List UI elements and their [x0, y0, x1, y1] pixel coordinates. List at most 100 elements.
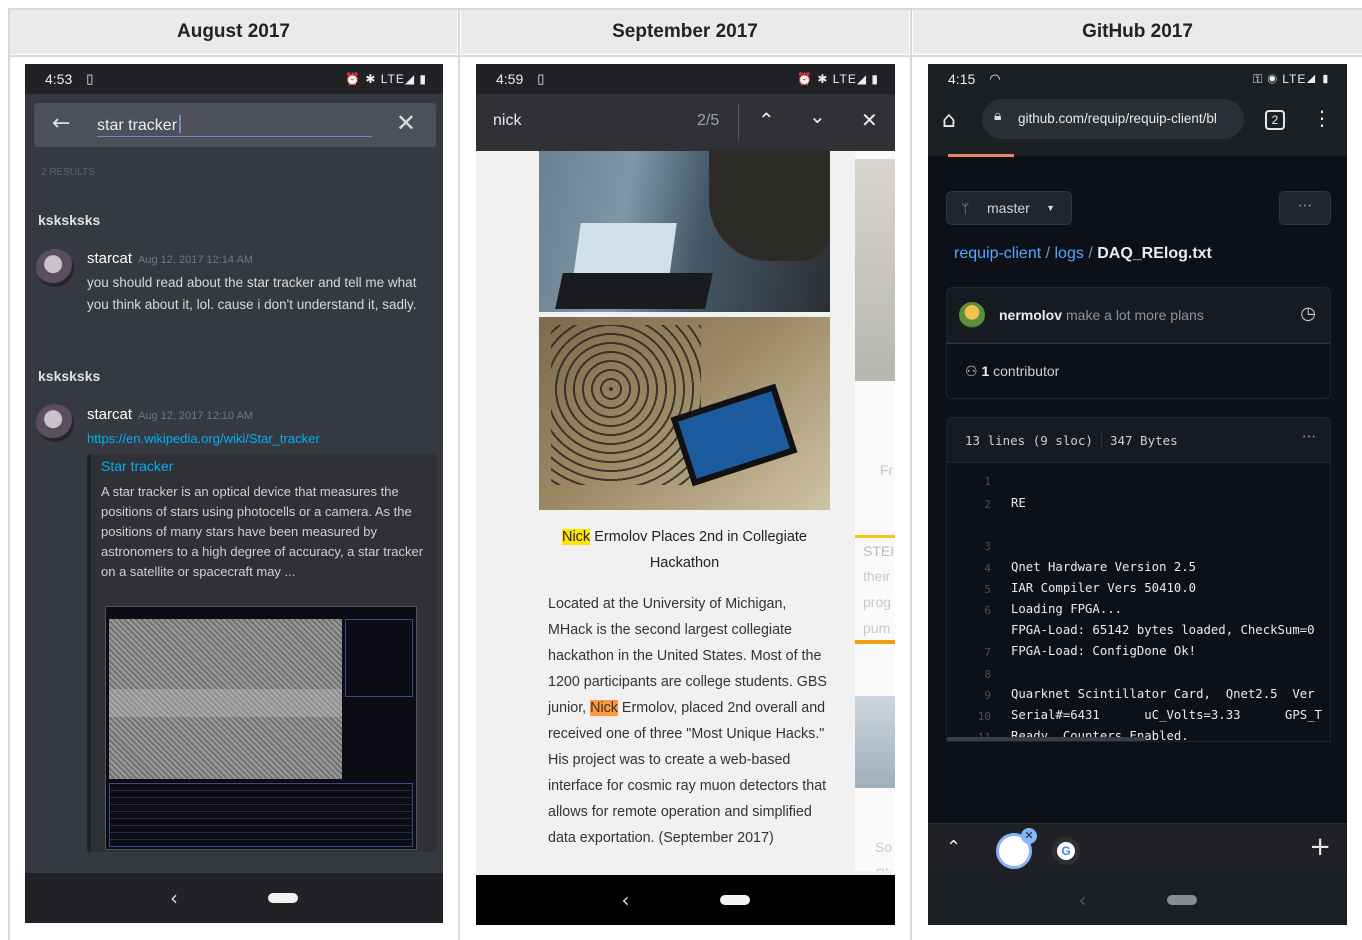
android-nav-bar: ‹	[476, 875, 895, 925]
file-size: 347 Bytes	[1109, 433, 1178, 448]
side-text: Fr	[880, 462, 894, 478]
close-tab-icon[interactable]: ✕	[1021, 828, 1037, 844]
code-line: FPGA-Load: 65142 bytes loaded, CheckSum=…	[1011, 623, 1315, 637]
contributors-label: contributor	[993, 363, 1060, 379]
side-text: prog	[863, 594, 892, 610]
nav-back-icon[interactable]: ‹	[170, 886, 178, 910]
code-view[interactable]: 1 2 RE 3 4 Qnet Hardware Version 2.5 5 I…	[946, 463, 1331, 742]
find-highlight: Nick	[561, 529, 591, 545]
google-icon: G	[1057, 842, 1075, 860]
status-bar: 4:15 ◠ ⚿ ◉ LTE◢ ▮	[928, 64, 1347, 94]
side-accent	[855, 535, 895, 538]
status-bar: 4:59 ▯ ⏰ ✱ LTE◢ ▮	[476, 64, 895, 94]
avatar[interactable]	[36, 404, 74, 442]
line-number[interactable]: 6	[947, 604, 991, 617]
contributors-count: 1	[981, 363, 990, 379]
line-number[interactable]: 3	[947, 540, 991, 553]
chevron-up-icon[interactable]: ⌃	[946, 837, 961, 858]
horizontal-scrollbar[interactable]	[947, 737, 1147, 741]
notification-icon: ▯	[537, 71, 545, 86]
side-text: Ch	[875, 865, 893, 871]
header-divider	[8, 55, 1362, 57]
avatar[interactable]	[36, 249, 74, 287]
home-icon[interactable]: ⌂	[942, 108, 956, 133]
code-line: RE	[1011, 496, 1026, 510]
breadcrumb: requip-client / logs / DAQ_RElog.txt	[954, 245, 1212, 262]
close-icon[interactable]: ✕	[861, 108, 878, 132]
history-icon[interactable]: ◷	[1300, 303, 1316, 324]
avatar[interactable]	[959, 302, 985, 328]
result-channel: ksksksks	[38, 368, 101, 384]
search-bar[interactable]: ← star tracker ✕	[34, 103, 436, 147]
column-divider	[458, 8, 460, 940]
tab-switcher-button[interactable]: 2	[1265, 110, 1285, 130]
embed-description: A star tracker is an optical device that…	[101, 484, 424, 579]
search-input[interactable]: star tracker	[97, 115, 182, 135]
message-author[interactable]: starcat Aug 12, 2017 12:14 AM	[87, 250, 253, 267]
breadcrumb-dir[interactable]: logs	[1055, 245, 1084, 262]
browser-toolbar: ⌂ 🔒︎ github.com/requip/requip-client/bl …	[928, 94, 1347, 156]
column-divider	[8, 8, 10, 940]
close-icon[interactable]: ✕	[396, 109, 416, 137]
line-number[interactable]: 5	[947, 583, 991, 596]
tab-group-strip: ⌃ ✕ G +	[928, 823, 1347, 877]
commit-author[interactable]: nermolov make a lot more plans	[999, 307, 1204, 323]
line-number[interactable]: 8	[947, 668, 991, 681]
nav-back-icon[interactable]: ‹	[622, 888, 630, 912]
people-icon: ⚇	[965, 363, 982, 379]
find-input[interactable]: nick	[493, 112, 521, 130]
column-header-september: September 2017	[461, 10, 909, 54]
message-author[interactable]: starcat Aug 12, 2017 12:10 AM	[87, 406, 253, 423]
chevron-down-icon[interactable]: ⌄	[809, 104, 826, 128]
nav-back-icon[interactable]: ‹	[1079, 888, 1087, 912]
git-branch-icon: ᛘ	[961, 200, 970, 216]
code-line: IAR Compiler Vers 50410.0	[1011, 581, 1197, 595]
embed-title[interactable]: Star tracker	[101, 458, 173, 474]
new-tab-icon[interactable]: +	[1309, 832, 1331, 862]
tab-favicon-active[interactable]: ✕	[996, 828, 1037, 869]
file-options-button[interactable]: ···	[1302, 428, 1316, 446]
nav-home-pill[interactable]	[268, 893, 298, 903]
lock-icon: 🔒︎	[994, 108, 1002, 124]
message-link[interactable]: https://en.wikipedia.org/wiki/Star_track…	[87, 431, 320, 446]
status-icons: ⏰ ✱ LTE◢ ▮	[345, 72, 427, 86]
more-vert-icon[interactable]: ⋮	[1312, 106, 1332, 130]
chevron-up-icon[interactable]: ⌃	[758, 108, 775, 132]
line-number[interactable]: 2	[947, 498, 991, 511]
line-number[interactable]: 9	[947, 689, 991, 702]
column-header-august: August 2017	[10, 10, 457, 54]
right-column-fragment: Fr STEI their prog pum So Ch	[855, 151, 895, 871]
column-header-github: GitHub 2017	[913, 10, 1362, 54]
person-hair	[709, 151, 830, 261]
commit-message[interactable]: make a lot more plans	[1066, 307, 1204, 323]
line-number[interactable]: 7	[947, 646, 991, 659]
address-bar[interactable]: 🔒︎ github.com/requip/requip-client/bl	[982, 99, 1244, 139]
cables	[551, 325, 701, 485]
discord-search-screenshot: 4:53 ▯ ⏰ ✱ LTE◢ ▮ ← star tracker ✕ 2 RES…	[25, 64, 443, 923]
tab-favicon-google[interactable]: G	[1052, 837, 1080, 865]
breadcrumb-repo[interactable]: requip-client	[954, 245, 1041, 262]
line-number[interactable]: 4	[947, 562, 991, 575]
embed-image[interactable]	[105, 606, 417, 850]
laptop-screen	[573, 223, 677, 277]
find-match-count: 2/5	[697, 112, 720, 129]
more-options-button[interactable]: ···	[1279, 191, 1331, 225]
url-text[interactable]: github.com/requip/requip-client/bl	[1018, 111, 1240, 126]
header-divider	[8, 8, 1362, 10]
status-bar: 4:53 ▯ ⏰ ✱ LTE◢ ▮	[25, 64, 443, 94]
latest-commit: nermolov make a lot more plans ◷	[946, 287, 1331, 343]
page-load-progress	[948, 154, 1014, 157]
line-number[interactable]: 10	[947, 710, 991, 723]
nav-home-pill[interactable]	[1166, 895, 1197, 905]
result-channel: ksksksks	[38, 212, 101, 228]
contributors-row[interactable]: ⚇ 1 contributor	[946, 343, 1331, 399]
nav-home-pill[interactable]	[719, 895, 750, 905]
status-time: 4:15	[948, 71, 976, 87]
code-line: Serial#=6431 uC_Volts=3.33 GPS_T	[1011, 708, 1322, 722]
branch-selector[interactable]: ᛘ master ▼	[946, 191, 1072, 225]
line-number[interactable]: 1	[947, 475, 991, 488]
github-file-screenshot: 4:15 ◠ ⚿ ◉ LTE◢ ▮ ⌂ 🔒︎ github.com/requip…	[928, 64, 1347, 925]
back-arrow-icon[interactable]: ←	[52, 111, 70, 136]
search-underline	[97, 136, 372, 137]
code-line: Qnet Hardware Version 2.5	[1011, 560, 1197, 574]
